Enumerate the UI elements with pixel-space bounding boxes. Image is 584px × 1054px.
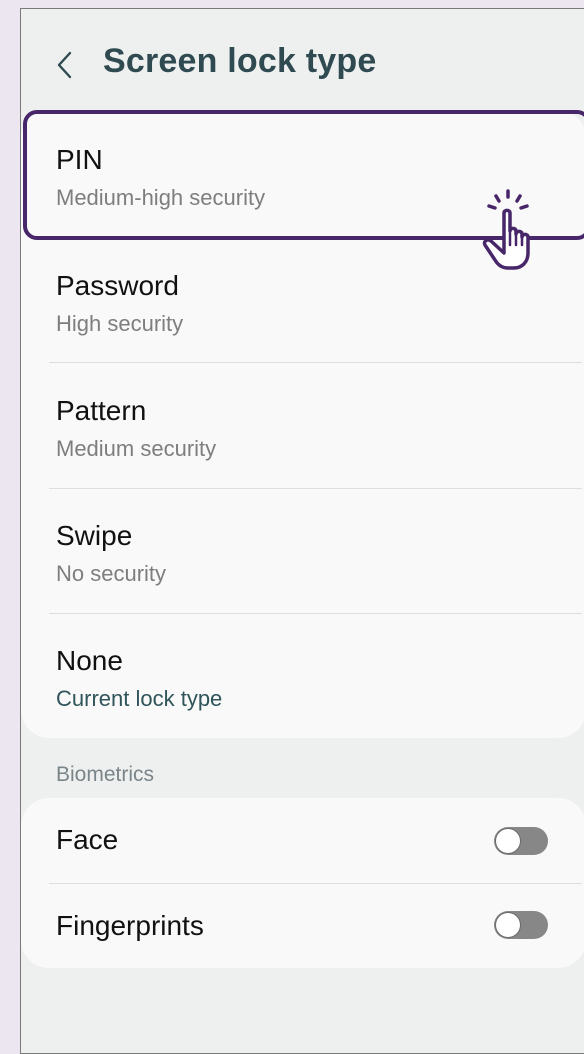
lock-option-password[interactable]: Password High security: [21, 238, 584, 363]
fingerprints-toggle[interactable]: [494, 911, 548, 939]
lock-option-pattern[interactable]: Pattern Medium security: [21, 363, 584, 488]
biometrics-list: Face Fingerprints: [21, 798, 584, 968]
face-toggle[interactable]: [494, 827, 548, 855]
lock-option-description: High security: [56, 311, 184, 336]
app-bar: Screen lock type: [21, 9, 584, 109]
biometric-title: Face: [56, 824, 119, 855]
biometric-fingerprints[interactable]: Fingerprints: [21, 884, 584, 968]
biometric-face[interactable]: Face: [21, 798, 584, 883]
lock-option-description: Medium security: [56, 436, 217, 461]
lock-type-list: PIN Medium-high security Password High s…: [21, 110, 584, 738]
lock-option-title: PIN: [56, 144, 103, 175]
screen-lock-type-screen: Screen lock type PIN Medium-high securit…: [20, 8, 584, 1054]
page-title: Screen lock type: [103, 42, 377, 80]
lock-option-title: Swipe: [56, 520, 133, 551]
lock-option-title: Pattern: [56, 395, 147, 426]
lock-option-description: Medium-high security: [56, 185, 266, 210]
lock-option-none[interactable]: None Current lock type: [21, 614, 584, 738]
lock-option-swipe[interactable]: Swipe No security: [21, 489, 584, 614]
biometrics-section-label: Biometrics: [56, 763, 155, 786]
lock-option-pin[interactable]: PIN Medium-high security: [21, 110, 584, 238]
toggle-knob: [496, 913, 520, 937]
toggle-knob: [496, 829, 520, 853]
lock-option-description: No security: [56, 561, 167, 586]
biometric-title: Fingerprints: [56, 910, 204, 941]
current-lock-type-label: Current lock type: [56, 686, 223, 711]
chevron-left-icon: [57, 51, 72, 79]
lock-option-title: Password: [56, 270, 179, 301]
lock-option-title: None: [56, 645, 123, 676]
back-button[interactable]: [51, 43, 79, 87]
